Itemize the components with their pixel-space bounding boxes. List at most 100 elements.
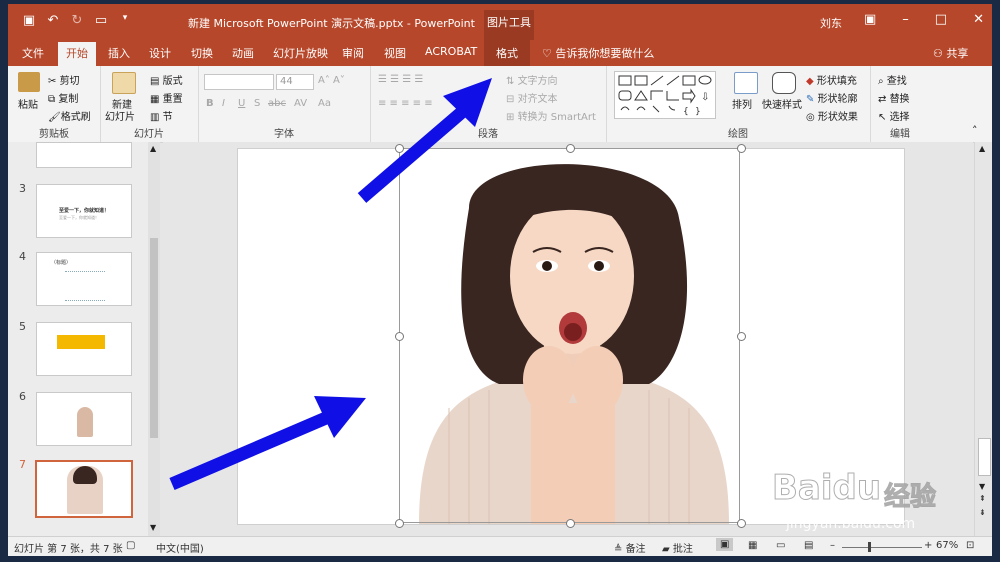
quick-styles-icon[interactable]	[772, 72, 796, 94]
scroll-down-icon[interactable]: ▼	[150, 523, 156, 532]
thumbnail-scrollbar[interactable]: ▲ ▼	[148, 142, 160, 536]
grow-font-icon[interactable]: A˄ A˅	[318, 75, 345, 86]
tab-design[interactable]: 设计	[149, 45, 171, 61]
arrange-button[interactable]: 排列	[732, 96, 752, 111]
zoom-level[interactable]: 67%	[936, 540, 958, 551]
resize-handle[interactable]	[737, 519, 746, 528]
format-painter-button[interactable]: 🖌格式刷	[48, 108, 91, 123]
tab-slideshow[interactable]: 幻灯片放映	[273, 45, 328, 61]
normal-view-icon[interactable]: ▣	[716, 538, 734, 551]
tab-transitions[interactable]: 切换	[191, 45, 213, 61]
text-direction-button[interactable]: ⇅ 文字方向	[506, 72, 558, 87]
font-group-label: 字体	[274, 129, 294, 140]
zoom-slider[interactable]	[842, 547, 922, 548]
quick-styles-button[interactable]: 快速样式	[762, 96, 802, 111]
change-case-button[interactable]: Aa	[318, 98, 331, 109]
reading-view-icon[interactable]: ▭	[776, 540, 785, 551]
reset-button[interactable]: ▦ 重置	[150, 90, 183, 105]
next-slide-icon[interactable]: ⇟	[979, 508, 986, 517]
bullets-icon[interactable]: ☰ ☰ ☰ ☰	[378, 74, 423, 85]
arrange-icon[interactable]	[734, 72, 758, 94]
user-name[interactable]: 刘东	[820, 15, 842, 31]
resize-handle[interactable]	[737, 332, 746, 341]
align-text-button[interactable]: ⊟ 对齐文本	[506, 90, 558, 105]
thumbnail-slide-3[interactable]: 至爱一下，你就知道！ 至爱一下，你就知道！	[36, 184, 132, 238]
customize-icon[interactable]: ▾	[118, 13, 132, 28]
zoom-slider-thumb[interactable]	[868, 542, 871, 552]
new-slide-icon[interactable]	[112, 72, 136, 94]
ribbon-display-icon[interactable]: ▣	[864, 12, 876, 27]
tab-file[interactable]: 文件	[22, 45, 44, 61]
slide-sorter-icon[interactable]: ▦	[748, 540, 757, 551]
fit-to-window-icon[interactable]: ⊡	[966, 540, 974, 551]
redo-icon[interactable]: ↻	[70, 13, 84, 28]
language-indicator[interactable]: 中文(中国)	[156, 540, 204, 555]
smartart-button[interactable]: ⊞ 转换为 SmartArt	[506, 108, 596, 123]
tab-acrobat[interactable]: ACROBAT	[425, 45, 477, 58]
copy-button[interactable]: ⧉ 复制	[48, 90, 78, 105]
thumbnail-slide-5[interactable]	[36, 322, 132, 376]
tab-animations[interactable]: 动画	[232, 45, 254, 61]
replace-button[interactable]: ⇄ 替换	[878, 90, 910, 105]
layout-button[interactable]: ▤ 版式	[150, 72, 183, 87]
shadow-button[interactable]: S	[254, 98, 260, 109]
comments-button[interactable]: ▰ 批注	[662, 540, 693, 555]
scroll-down-icon[interactable]: ▼	[979, 482, 985, 491]
section-button[interactable]: ▥ 节	[150, 108, 173, 123]
tab-insert[interactable]: 插入	[108, 45, 130, 61]
maximize-icon[interactable]: □	[935, 12, 947, 27]
close-icon[interactable]: ✕	[973, 12, 984, 27]
collapse-ribbon-icon[interactable]: ˄	[972, 124, 978, 137]
scroll-up-icon[interactable]: ▲	[150, 144, 156, 153]
select-button[interactable]: ↖ 选择	[878, 108, 910, 123]
resize-handle[interactable]	[566, 519, 575, 528]
thumbnail-slide-6[interactable]	[36, 392, 132, 446]
scroll-thumb[interactable]	[978, 438, 991, 476]
replace-label: 替换	[889, 94, 910, 105]
minimize-icon[interactable]: –	[902, 12, 909, 27]
share-button[interactable]: ⚇ 共享	[933, 45, 968, 61]
paste-icon[interactable]	[18, 72, 40, 92]
resize-handle[interactable]	[737, 144, 746, 153]
bold-button[interactable]: B	[206, 98, 214, 109]
char-spacing-button[interactable]: AV	[294, 98, 307, 109]
save-icon[interactable]: ▣	[22, 13, 36, 28]
slideshow-icon[interactable]: ▭	[94, 13, 108, 28]
strikethrough-button[interactable]: abc	[268, 98, 286, 109]
find-button[interactable]: ⌕ 查找	[878, 72, 907, 87]
tell-me-box[interactable]: ♡ 告诉我你想要做什么	[542, 45, 654, 61]
shapes-gallery[interactable]: ⇩ {}	[614, 71, 716, 119]
tab-home[interactable]: 开始	[58, 42, 96, 66]
thumbnail-slide-7[interactable]	[35, 460, 133, 518]
paste-button[interactable]: 粘贴	[18, 96, 38, 111]
tab-format[interactable]: 格式	[484, 40, 530, 66]
new-slide-label-2[interactable]: 幻灯片	[105, 108, 135, 123]
previous-slide-icon[interactable]: ⇞	[979, 494, 986, 503]
tab-review[interactable]: 审阅	[342, 45, 364, 61]
resize-handle[interactable]	[395, 332, 404, 341]
shape-fill-button[interactable]: ◆ 形状填充	[806, 72, 857, 87]
vertical-scrollbar[interactable]: ▲ ▼ ⇞ ⇟	[974, 142, 992, 536]
zoom-in-icon[interactable]: +	[924, 540, 932, 551]
font-name-combo[interactable]	[204, 74, 274, 90]
scroll-thumb[interactable]	[150, 238, 158, 438]
cut-button[interactable]: ✂ 剪切	[48, 72, 80, 87]
thumbnail-slide-2[interactable]	[36, 142, 132, 168]
spellcheck-icon[interactable]: ▢	[126, 540, 135, 551]
resize-handle[interactable]	[395, 144, 404, 153]
font-size-combo[interactable]: 44	[276, 74, 314, 90]
notes-button[interactable]: ≜ 备注	[614, 540, 646, 555]
shape-outline-button[interactable]: ✎ 形状轮廓	[806, 90, 858, 105]
thumbnail-slide-4[interactable]: （标题）	[36, 252, 132, 306]
scroll-up-icon[interactable]: ▲	[979, 144, 985, 153]
align-icons[interactable]: ≡ ≡ ≡ ≡ ≡	[378, 98, 433, 109]
resize-handle[interactable]	[395, 519, 404, 528]
undo-icon[interactable]: ↶	[46, 13, 60, 28]
resize-handle[interactable]	[566, 144, 575, 153]
slideshow-view-icon[interactable]: ▤	[804, 540, 813, 551]
italic-button[interactable]: I	[222, 98, 225, 109]
shape-effects-button[interactable]: ◎ 形状效果	[806, 108, 858, 123]
zoom-out-icon[interactable]: –	[830, 540, 835, 551]
underline-button[interactable]: U	[238, 98, 245, 109]
tab-view[interactable]: 视图	[384, 45, 406, 61]
